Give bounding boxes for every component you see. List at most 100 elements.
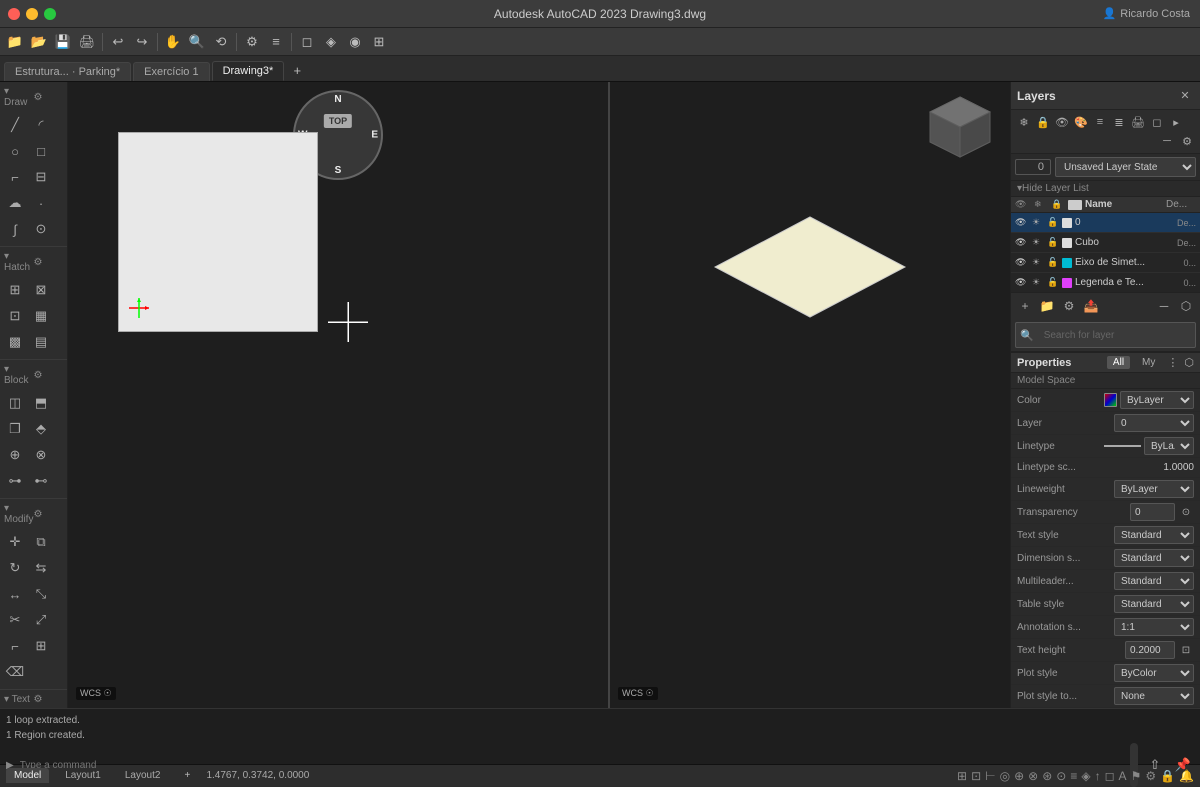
tab-add-button[interactable]: + [286,59,308,81]
lf-minus-button[interactable]: ─ [1154,296,1174,316]
prop-select-plotstyle-to[interactable]: None [1114,687,1194,705]
lt-plot[interactable]: 🖨 [1129,113,1147,131]
prop-tab-all[interactable]: All [1107,356,1130,369]
tb-undo[interactable]: ↩ [107,31,129,53]
tb-open[interactable]: 📂 [28,31,50,53]
canvas-area[interactable]: N S E W TOP [68,82,1010,708]
tb-new[interactable]: 📁 [4,31,26,53]
model3d-icon[interactable]: ◻ [1105,769,1115,783]
tb-misc3[interactable]: ◉ [344,31,366,53]
lt-color[interactable]: 🎨 [1072,113,1090,131]
tool-block4[interactable]: ⬘ [28,416,54,442]
tool-stretch[interactable]: ↔ [2,581,28,607]
tool-block1[interactable]: ◫ [2,390,28,416]
lf-expand-button[interactable]: ⬡ [1176,296,1196,316]
osnap-icon[interactable]: ⊕ [1014,769,1024,783]
dyn-icon[interactable]: ⊙ [1056,769,1066,783]
tab-drawing3[interactable]: Drawing3* [212,61,285,81]
prop-select-plotstyle[interactable]: ByColor [1114,664,1194,682]
lt-freeze[interactable]: ❄ [1015,113,1033,131]
compass-top-button[interactable]: TOP [324,114,352,128]
tool-line[interactable]: ╱ [2,112,28,138]
layer-item-cubo[interactable]: 👁 ☀ 🔓 Cubo De... [1011,233,1200,253]
ws-icon[interactable]: ⚙ [1145,769,1156,783]
layer-item-0[interactable]: 👁 ☀ 🔓 0 De... [1011,213,1200,233]
ortho-icon[interactable]: ⊢ [985,769,995,783]
tool-hatch3[interactable]: ⊡ [2,303,28,329]
prop-select-dimstyle[interactable]: Standard [1114,549,1194,567]
maximize-button[interactable] [44,8,56,20]
tool-array[interactable]: ⊞ [28,633,54,659]
layers-close-button[interactable]: ✕ [1176,87,1194,105]
modify-settings-icon[interactable]: ⚙ [34,509,64,520]
tab-layout2[interactable]: Layout2 [117,768,169,783]
layer-state-select[interactable]: Unsaved Layer State [1055,157,1196,177]
tool-scale[interactable]: ⤡ [28,581,54,607]
tool-hatch5[interactable]: ▩ [2,329,28,355]
lt-linetype[interactable]: ≡ [1091,113,1109,131]
add-layout-button[interactable]: + [176,765,198,787]
tab-model[interactable]: Model [6,768,49,783]
lt-lock[interactable]: 🔒 [1034,113,1052,131]
modify-header[interactable]: ▾ Modify ⚙ [0,501,67,527]
tool-spline[interactable]: ∫ [2,216,28,242]
layer-item-eixo[interactable]: 👁 ☀ 🔓 Eixo de Simet... 0... [1011,253,1200,273]
tool-extend[interactable]: ⤢ [28,607,54,633]
tool-copy[interactable]: ⧉ [28,529,54,555]
tool-block5[interactable]: ⊕ [2,442,28,468]
tool-hatch4[interactable]: ▦ [28,303,54,329]
tool-hatch2[interactable]: ⊠ [28,277,54,303]
tool-hatch6[interactable]: ▤ [28,329,54,355]
tb-pan[interactable]: ✋ [162,31,184,53]
block-settings-icon[interactable]: ⚙ [34,370,64,381]
tb-print[interactable]: 🖨 [76,31,98,53]
lock-icon[interactable]: 🔒 [1160,769,1175,783]
tb-save[interactable]: 💾 [52,31,74,53]
hatch-header[interactable]: ▾ Hatch ⚙ [0,249,67,275]
text-settings-icon[interactable]: ⚙ [34,694,64,705]
tool-pline[interactable]: ⌐ [2,164,28,190]
tool-ellipse[interactable]: ⊙ [28,216,54,242]
tool-block8[interactable]: ⊷ [28,468,54,494]
sel-cycle-icon[interactable]: ↑ [1095,769,1101,783]
tab-exercicio[interactable]: Exercício 1 [133,62,209,81]
search-layer-input[interactable] [1038,325,1191,345]
hide-layer-list[interactable]: ▾ Hide Layer List [1011,181,1200,197]
tab-parking[interactable]: Estrutura... · Parking* [4,62,131,81]
tool-cloud[interactable]: ☁ [2,190,28,216]
tool-block2[interactable]: ⬒ [28,390,54,416]
tool-erase[interactable]: ⌫ [2,659,28,685]
draw-header[interactable]: ▾ Draw ⚙ [0,84,67,110]
prop-more-icon[interactable]: ⋮ [1167,356,1178,369]
transparency-icon-button[interactable]: ⊙ [1178,504,1194,520]
tool-rect[interactable]: □ [28,138,54,164]
lf-folder-button[interactable]: 📁 [1037,296,1057,316]
tool-block7[interactable]: ⊶ [2,468,28,494]
lf-settings-button[interactable]: ⚙ [1059,296,1079,316]
hatch-settings-icon[interactable]: ⚙ [34,257,64,268]
lt-more[interactable]: ▸ [1167,113,1185,131]
tool-arc[interactable]: ◜ [28,112,54,138]
tb-misc4[interactable]: ⊞ [368,31,390,53]
prop-select-tablestyle[interactable]: Standard [1114,595,1194,613]
tool-move[interactable]: ✛ [2,529,28,555]
prop-select-lineweight[interactable]: ByLayer [1114,480,1194,498]
tab-layout1[interactable]: Layout1 [57,768,109,783]
lf-export-button[interactable]: 📤 [1081,296,1101,316]
otrack-icon[interactable]: ⊗ [1028,769,1038,783]
viewport-right[interactable]: WCS ☉ [610,82,1010,708]
prop-expand-icon[interactable]: ⬡ [1184,356,1194,369]
tool-circle[interactable]: ○ [2,138,28,164]
tool-mirror[interactable]: ⇆ [28,555,54,581]
tool-block6[interactable]: ⊗ [28,442,54,468]
tb-zoom[interactable]: 🔍 [186,31,208,53]
lt-settings[interactable]: ⚙ [1178,132,1196,150]
tool-point[interactable]: · [28,190,54,216]
tool-trim[interactable]: ✂ [2,607,28,633]
prop-select-linetype[interactable]: ByLa... [1144,437,1194,455]
notification-icon[interactable]: 🔔 [1179,769,1194,783]
textheight-input[interactable] [1125,641,1175,659]
prop-select-annotscale[interactable]: 1:1 [1114,618,1194,636]
draw-settings-icon[interactable]: ⚙ [34,92,64,103]
tool-rotate[interactable]: ↻ [2,555,28,581]
